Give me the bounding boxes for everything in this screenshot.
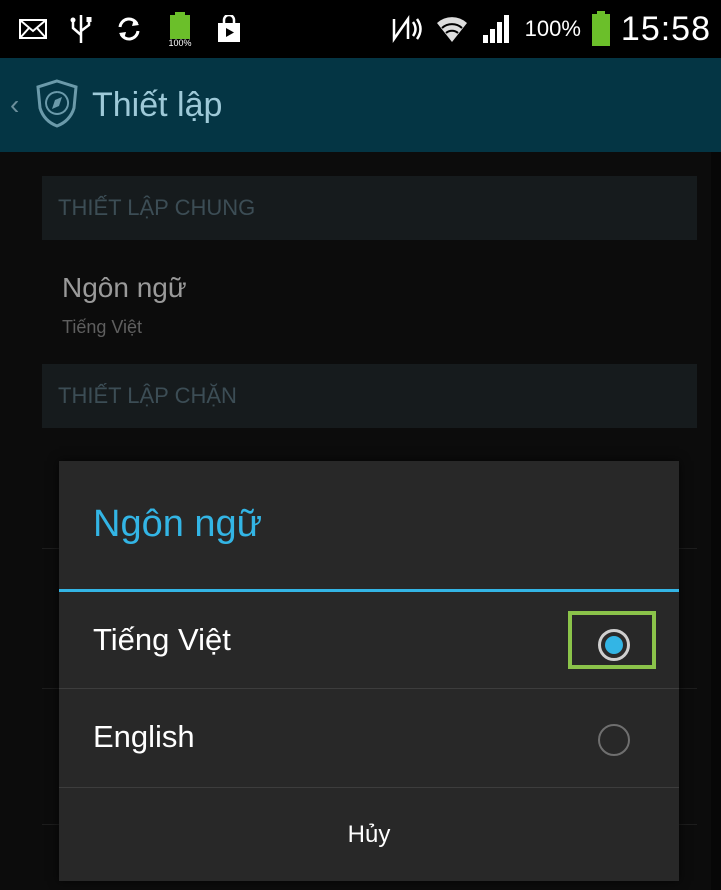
option-label: English <box>93 719 195 754</box>
status-bar-notifications: 100% <box>0 11 242 47</box>
screen-edge <box>711 152 721 890</box>
language-pref-summary: Tiếng Việt <box>62 317 143 337</box>
section-header-general: THIẾT LẬP CHUNG <box>42 176 697 240</box>
option-label: Tiếng Việt <box>93 622 231 657</box>
cancel-button[interactable]: Hủy <box>59 788 679 881</box>
radio-unselected[interactable] <box>598 724 630 756</box>
back-chevron-icon[interactable]: ‹ <box>10 89 28 121</box>
dialog-title: Ngôn ngữ <box>93 503 263 545</box>
language-pref-title[interactable]: Ngôn ngữ <box>62 272 187 304</box>
nfc-icon <box>391 14 425 44</box>
usb-icon <box>70 13 92 45</box>
battery-icon: 100% <box>166 11 194 47</box>
clock: 15:58 <box>620 9 711 48</box>
selection-highlight-box <box>568 611 656 669</box>
signal-icon <box>479 13 515 45</box>
status-bar-system: 100% 15:58 <box>391 0 711 58</box>
status-bar: 100% 100% 15:58 <box>0 0 721 58</box>
page-title: Thiết lập <box>92 85 223 124</box>
mail-icon <box>18 17 48 41</box>
shopping-bag-icon <box>216 15 242 43</box>
svg-text:100%: 100% <box>168 38 191 47</box>
shield-logo-icon[interactable] <box>34 78 80 133</box>
sync-icon <box>114 14 144 44</box>
battery-icon <box>591 11 611 47</box>
action-bar: ‹ Thiết lập <box>0 58 721 152</box>
battery-percent: 100% <box>524 16 581 41</box>
wifi-icon <box>435 13 469 45</box>
language-dialog: Ngôn ngữ Tiếng Việt English Hủy <box>59 461 679 881</box>
section-header-block: THIẾT LẬP CHẶN <box>42 364 697 428</box>
language-option-english[interactable]: English <box>59 689 679 785</box>
